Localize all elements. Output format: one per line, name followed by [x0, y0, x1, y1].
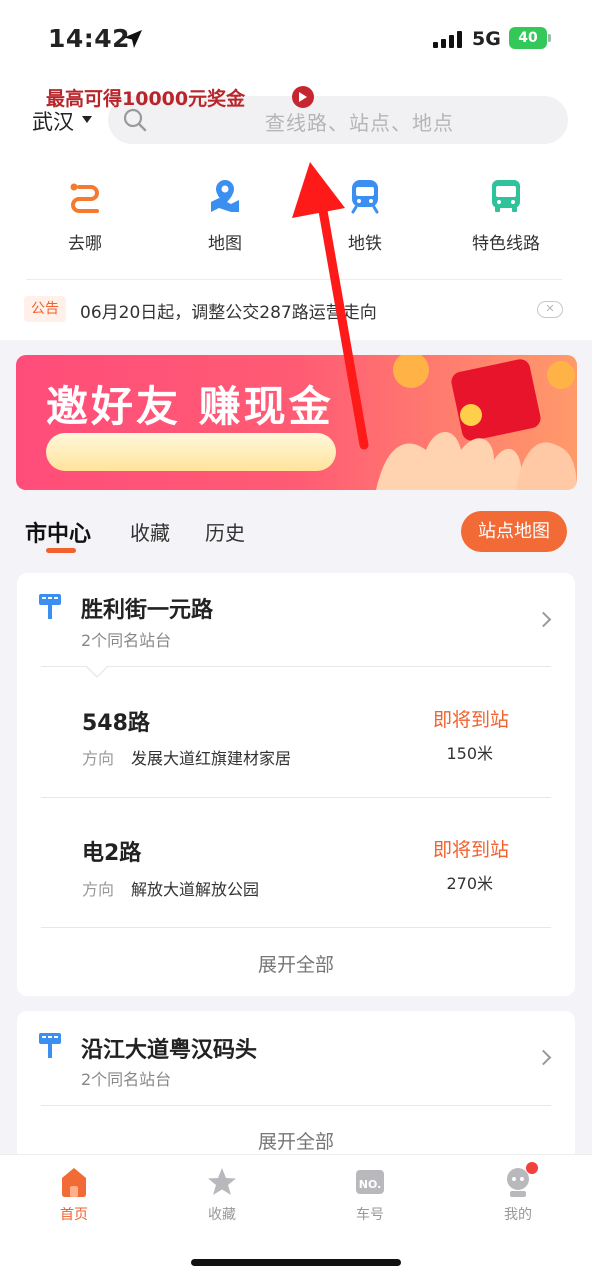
direction-label: 方向 — [82, 880, 115, 899]
divider — [41, 927, 551, 928]
station-sub: 2个同名站台 — [81, 1070, 172, 1089]
direction-text: 发展大道红旗建材家居 — [131, 749, 292, 768]
status-bar: 14:42 5G 40 — [0, 0, 592, 80]
station-map-button[interactable]: 站点地图 — [461, 511, 567, 552]
quick-nav-label: 特色线路 — [472, 234, 540, 254]
close-icon[interactable]: ✕ — [537, 301, 563, 318]
quick-nav-label: 地图 — [208, 234, 242, 254]
arrival-distance: 270米 — [446, 874, 493, 893]
nav-label: 车号 — [356, 1207, 384, 1223]
arrival-distance: 150米 — [446, 744, 493, 763]
svg-text:NO.: NO. — [359, 1178, 382, 1191]
battery-icon: 40 — [509, 27, 547, 49]
signal-icon — [433, 30, 463, 48]
quick-nav-label: 去哪 — [68, 234, 102, 254]
star-icon — [208, 1168, 236, 1195]
station-name[interactable]: 沿江大道粤汉码头 — [81, 1032, 257, 1064]
home-icon — [62, 1168, 86, 1197]
play-arrow-icon[interactable] — [292, 86, 314, 108]
search-icon — [123, 108, 147, 132]
divider — [41, 797, 551, 798]
banner-cta-text[interactable]: 最高可得10000元奖金 — [46, 84, 245, 111]
arrival-status: 即将到站 — [432, 709, 509, 731]
search-placeholder: 查线路、站点、地点 — [265, 111, 454, 135]
station-name[interactable]: 胜利街一元路 — [81, 592, 213, 624]
notification-dot-icon — [526, 1162, 538, 1174]
nav-favorites[interactable]: 收藏 — [177, 1166, 267, 1226]
divider — [26, 279, 562, 280]
promo-banner[interactable]: 邀好友 赚现金 — [16, 355, 577, 490]
nav-profile[interactable]: 我的 — [473, 1162, 563, 1226]
station-sub: 2个同名站台 — [81, 631, 172, 650]
caret-down-icon[interactable] — [82, 116, 92, 123]
notice-tag: 公告 — [24, 296, 66, 322]
nav-label: 收藏 — [208, 1207, 236, 1223]
tab-underline — [46, 548, 76, 553]
status-time: 14:42 — [48, 24, 131, 53]
divider — [41, 1105, 551, 1106]
arrival-status: 即将到站 — [432, 839, 509, 861]
route-icon — [70, 183, 99, 213]
network-label: 5G — [472, 28, 501, 50]
expand-all-button[interactable]: 展开全部 — [17, 950, 575, 977]
bus-stop-icon — [39, 1033, 61, 1058]
quick-nav-map[interactable]: 地图 — [175, 178, 275, 258]
direction-text: 解放大道解放公园 — [131, 880, 260, 899]
tab-favorites[interactable]: 收藏 — [130, 517, 170, 546]
bus-stop-icon — [39, 594, 61, 619]
nav-bus-number[interactable]: NO. 车号 — [325, 1166, 415, 1226]
nav-label: 我的 — [504, 1207, 532, 1223]
location-arrow-icon — [124, 30, 142, 48]
quick-nav-label: 地铁 — [348, 234, 382, 254]
tab-city-center[interactable]: 市中心 — [25, 516, 91, 548]
banner-title: 邀好友 赚现金 — [46, 382, 334, 431]
direction-label: 方向 — [82, 749, 115, 768]
banner-cta-pill[interactable] — [46, 433, 336, 471]
nav-home[interactable]: 首页 — [29, 1166, 119, 1226]
tab-history[interactable]: 历史 — [205, 517, 245, 546]
divider — [41, 666, 551, 667]
bus-number-icon: NO. — [356, 1170, 384, 1194]
route-name[interactable]: 548路 — [82, 705, 150, 737]
notice-text[interactable]: 06月20日起，调整公交287路运营走向 — [80, 298, 377, 323]
quick-nav-go[interactable]: 去哪 — [35, 178, 135, 258]
home-indicator — [191, 1259, 401, 1266]
pointer-notch — [86, 666, 108, 678]
bus-icon — [492, 180, 520, 212]
battery-tip — [548, 34, 551, 42]
map-pin-icon — [211, 180, 239, 212]
expand-all-button[interactable]: 展开全部 — [17, 1127, 575, 1154]
route-name[interactable]: 电2路 — [82, 835, 141, 867]
quick-nav-metro[interactable]: 地铁 — [315, 178, 415, 258]
metro-icon — [351, 180, 379, 214]
quick-nav-special-routes[interactable]: 特色线路 — [456, 178, 556, 258]
nav-label: 首页 — [60, 1207, 88, 1223]
